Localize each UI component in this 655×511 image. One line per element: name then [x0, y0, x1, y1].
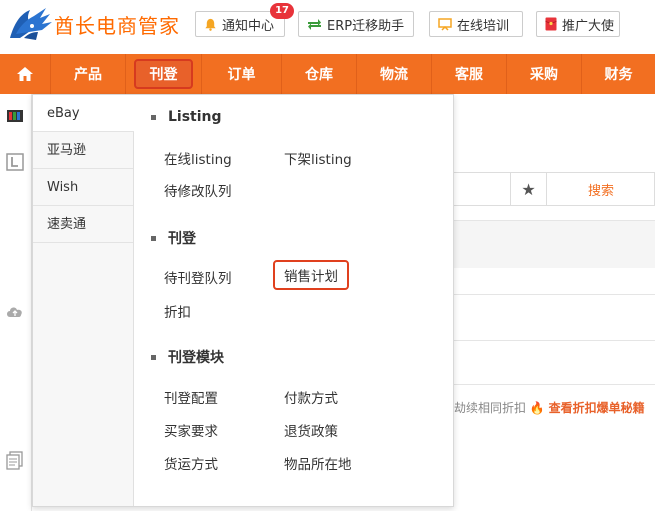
erp-migration-label: ERP迁移助手: [327, 18, 405, 34]
link-publishing-config[interactable]: 刊登配置: [164, 387, 218, 407]
bullet-square-icon: [151, 114, 156, 120]
top-header: 酋长电商管家 通知中心 17 ERP迁移助手 在线培训 推广大使: [0, 0, 655, 52]
background-table-header: [454, 220, 655, 268]
erp-migration-button[interactable]: ERP迁移助手: [298, 11, 414, 37]
listing-l-icon[interactable]: [5, 152, 25, 172]
red-envelope-icon: [545, 17, 557, 31]
link-item-location[interactable]: 物品所在地: [284, 453, 352, 473]
notification-count-badge: 17: [270, 3, 294, 19]
nav-item-purchasing[interactable]: 采购: [507, 54, 582, 94]
brand-name: 酋长电商管家: [54, 14, 180, 38]
background-promo: 劫续相同折扣 🔥 查看折扣爆单秘籍: [454, 399, 645, 416]
store-color-icon[interactable]: [5, 106, 25, 126]
promo-text: 劫续相同折扣: [454, 401, 527, 415]
bell-icon: [204, 18, 217, 31]
promo-link[interactable]: 查看折扣爆单秘籍: [549, 401, 645, 415]
section-title-publishing-modules: 刊登模块: [151, 347, 224, 367]
home-icon: [17, 67, 33, 81]
nav-item-products[interactable]: 产品: [51, 54, 126, 94]
transfer-arrows-icon: [307, 18, 322, 31]
star-icon[interactable]: ★: [510, 172, 546, 206]
link-sales-plan[interactable]: 销售计划: [273, 260, 349, 290]
notification-center-button[interactable]: 通知中心 17: [195, 3, 294, 37]
cloud-upload-icon[interactable]: [5, 302, 25, 322]
link-return-policy[interactable]: 退货政策: [284, 420, 338, 440]
platform-ebay[interactable]: eBay: [33, 95, 134, 132]
nav-item-warehouse[interactable]: 仓库: [282, 54, 357, 94]
search-button[interactable]: 搜索: [546, 172, 655, 206]
notification-center-label: 通知中心: [222, 18, 275, 34]
bullet-square-icon: [151, 235, 156, 241]
main-nav: 产品 刊登 订单 仓库 物流 客服 采购 财务: [0, 54, 655, 94]
online-training-label: 在线培训: [457, 18, 510, 34]
bullet-square-icon: [151, 354, 156, 360]
link-shipping-methods[interactable]: 货运方式: [164, 453, 218, 473]
nav-item-finance[interactable]: 财务: [582, 54, 655, 94]
platform-wish[interactable]: Wish: [33, 169, 133, 206]
nav-item-customer-service[interactable]: 客服: [432, 54, 507, 94]
platform-list: eBay 亚马逊 Wish 速卖通: [33, 95, 134, 506]
link-buyer-requirements[interactable]: 买家要求: [164, 420, 218, 440]
link-pending-publish-queue[interactable]: 待刊登队列: [164, 267, 232, 287]
platform-amazon[interactable]: 亚马逊: [33, 132, 133, 169]
fire-icon: 🔥: [529, 401, 545, 415]
link-discount[interactable]: 折扣: [164, 301, 191, 321]
link-pending-edit-queue[interactable]: 待修改队列: [164, 180, 232, 200]
chief-logo-icon[interactable]: [6, 4, 54, 46]
link-delisted-listing[interactable]: 下架listing: [284, 148, 352, 168]
background-row-divider: [454, 294, 655, 295]
background-row-divider: [454, 384, 655, 385]
promotion-ambassador-button[interactable]: 推广大使: [536, 11, 620, 37]
link-online-listing[interactable]: 在线listing: [164, 148, 232, 168]
documents-icon[interactable]: [5, 450, 25, 470]
left-rail: [0, 94, 32, 511]
platform-aliexpress[interactable]: 速卖通: [33, 206, 133, 243]
nav-item-listing[interactable]: 刊登: [126, 54, 202, 94]
link-payment-methods[interactable]: 付款方式: [284, 387, 338, 407]
nav-item-logistics[interactable]: 物流: [357, 54, 432, 94]
promotion-ambassador-label: 推广大使: [562, 18, 615, 34]
section-title-publishing: 刊登: [151, 228, 196, 248]
nav-item-orders[interactable]: 订单: [202, 54, 282, 94]
section-title-listing: Listing: [151, 109, 222, 125]
training-screen-icon: [438, 17, 452, 31]
background-row-divider: [454, 340, 655, 341]
listing-dropdown-menu: eBay 亚马逊 Wish 速卖通 Listing 在线listing 下架li…: [32, 94, 454, 507]
home-button[interactable]: [0, 54, 51, 94]
online-training-button[interactable]: 在线培训: [429, 11, 523, 37]
